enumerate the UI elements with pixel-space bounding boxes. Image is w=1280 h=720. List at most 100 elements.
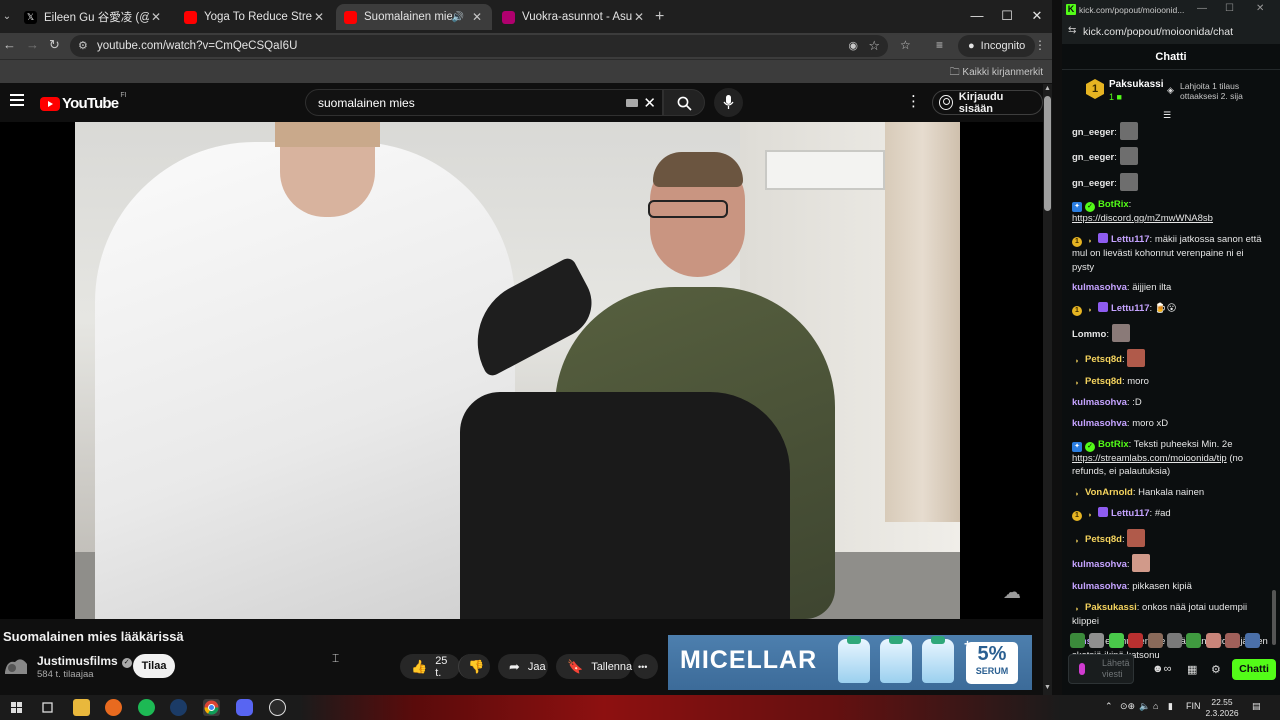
chrome-icon[interactable] [203, 699, 220, 716]
chat-username[interactable]: Petsq8d [1085, 376, 1122, 387]
chat-username[interactable]: kulmasohva [1072, 282, 1127, 293]
chat-username[interactable]: Paksukassi [1085, 602, 1137, 613]
site-info-icon[interactable]: ⚙ [78, 39, 88, 52]
menu-icon[interactable] [10, 94, 24, 106]
close-tab-icon[interactable]: ✕ [149, 10, 163, 24]
tray-apps-icon[interactable]: ⊙⊕ [1120, 701, 1135, 712]
chat-username[interactable]: Petsq8d [1085, 354, 1122, 365]
chat-username[interactable]: gn_eeger [1072, 127, 1114, 138]
firefox-icon[interactable] [105, 699, 122, 716]
emote-icon[interactable] [1205, 633, 1221, 648]
settings-more-icon[interactable]: ⋮ [906, 94, 921, 109]
clock[interactable]: 22.55 2.3.2026 [1203, 697, 1241, 719]
close-tab-icon[interactable]: ✕ [312, 10, 326, 24]
maximize-icon[interactable]: ☐ [1225, 3, 1234, 14]
save-button[interactable]: 🔖 Tallenna [556, 654, 632, 679]
channel-watermark-icon[interactable]: ☁ [1003, 582, 1021, 603]
clear-search-icon[interactable]: ✕ [643, 94, 656, 112]
media-control-icon[interactable]: ≡ [936, 38, 943, 52]
search-button[interactable] [663, 89, 705, 116]
dislike-button[interactable]: 👎 [458, 654, 490, 679]
reload-icon[interactable]: ↻ [49, 37, 60, 53]
browser-menu-icon[interactable]: ⋮ [1034, 38, 1046, 52]
tab-search-icon[interactable]: ⌄ [0, 7, 14, 27]
tray-mic-icon[interactable]: ▮ [1168, 701, 1173, 712]
minimize-icon[interactable]: — [962, 8, 992, 23]
spotify-icon[interactable] [138, 699, 155, 716]
tracking-protection-icon[interactable]: ◉ [848, 39, 858, 52]
send-chat-button[interactable]: Chatti [1232, 659, 1276, 680]
advertisement-banner[interactable]: MICELLAR + 5% SERUM [668, 635, 1032, 690]
task-view-icon[interactable] [39, 699, 56, 716]
forward-icon[interactable]: → [26, 37, 39, 52]
store-icon[interactable]: ▦ [1187, 663, 1197, 676]
collapse-icon[interactable]: ☰ [1163, 110, 1171, 121]
signin-button[interactable]: Kirjaudu sisään [932, 90, 1043, 115]
emote-icon[interactable] [1244, 633, 1260, 648]
chat-username[interactable]: gn_eeger [1072, 178, 1114, 189]
chat-username[interactable]: Lommo [1072, 329, 1106, 340]
notifications-icon[interactable]: ▤ [1252, 701, 1261, 712]
close-tab-icon[interactable]: ✕ [632, 10, 646, 24]
chat-username[interactable]: Lettu117 [1111, 234, 1150, 245]
close-tab-icon[interactable]: ✕ [470, 10, 484, 24]
scrollbar-thumb[interactable] [1044, 96, 1051, 211]
chat-link[interactable]: https://streamlabs.com/moioonida/tip [1072, 453, 1227, 464]
chat-scrollbar[interactable] [1272, 120, 1276, 650]
discord-icon[interactable] [236, 699, 253, 716]
speaker-icon[interactable]: 🔊 [452, 12, 464, 23]
kick-address-bar[interactable]: ⇆ kick.com/popout/moioonida/chat [1062, 20, 1280, 44]
emote-icon[interactable] [1108, 633, 1124, 648]
channel-name[interactable]: Justimusfilms ✓ [37, 654, 132, 668]
more-actions-button[interactable]: ••• [633, 654, 658, 679]
chat-username[interactable]: BotRix [1098, 199, 1129, 210]
incognito-badge[interactable]: ● Incognito [958, 35, 1036, 57]
chat-username[interactable]: VonArnold [1085, 487, 1133, 498]
file-explorer-icon[interactable] [73, 699, 90, 716]
emote-icon[interactable] [1166, 633, 1182, 648]
emote-icon[interactable] [1186, 633, 1202, 648]
start-windows-icon[interactable] [8, 699, 25, 716]
subscribe-button[interactable]: Tilaa [133, 654, 175, 678]
tab-yoga[interactable]: Yoga To Reduce Stress | 30 Min ✕ [176, 4, 334, 30]
chat-scrollbar-thumb[interactable] [1272, 590, 1276, 645]
emote-icon[interactable] [1070, 633, 1085, 648]
tray-chevron-icon[interactable]: ⌃ [1105, 701, 1113, 712]
tab-suomalainen-mies[interactable]: Suomalainen mies lääkärissä 🔊 ✕ [336, 4, 492, 30]
emote-picker-icon[interactable]: ☻∞ [1152, 663, 1171, 675]
chat-link[interactable]: https://discord.gg/mZmwWNA8sb [1072, 213, 1213, 224]
like-button[interactable]: 👍 25 t. [400, 654, 460, 679]
new-tab-icon[interactable]: + [655, 8, 664, 26]
tab-vuokra-asunnot[interactable]: Vuokra-asunnot - Asuntohaku ✕ [494, 4, 654, 30]
volume-icon[interactable]: 🔈 [1139, 701, 1150, 712]
emote-icon[interactable] [1225, 633, 1241, 648]
search-box[interactable]: suomalainen mies ✕ [305, 89, 663, 116]
chat-username[interactable]: Lettu117 [1111, 508, 1150, 519]
emote-icon[interactable] [1089, 633, 1105, 648]
obs-icon[interactable] [269, 699, 286, 716]
chat-username[interactable]: kulmasohva [1072, 418, 1127, 429]
tab-eileen-gu[interactable]: 𝕏 Eileen Gu 谷愛凌 (@GoEileenGu ✕ [16, 4, 171, 30]
back-icon[interactable]: ← [3, 37, 16, 52]
steam-icon[interactable] [170, 699, 187, 716]
bookmark-star-icon[interactable]: ☆ [868, 38, 880, 54]
address-bar[interactable]: ⚙ youtube.com/watch?v=CmQeCSQaI6U ◉ ☆ [70, 35, 888, 57]
voice-search-button[interactable] [714, 88, 743, 117]
language-indicator[interactable]: FIN [1186, 701, 1201, 711]
chat-username[interactable]: Petsq8d [1085, 534, 1122, 545]
share-button[interactable]: ➦ Jaa [498, 654, 548, 679]
chat-username[interactable]: BotRix [1098, 439, 1129, 450]
chat-input[interactable]: Lähetä viesti [1068, 654, 1134, 684]
all-bookmarks-button[interactable]: 🗀 Kaikki kirjanmerkit [950, 65, 1043, 82]
extensions-icon[interactable]: ☆ [900, 38, 911, 52]
close-window-icon[interactable]: ✕ [1022, 8, 1052, 24]
maximize-icon[interactable]: ☐ [992, 8, 1022, 24]
page-scrollbar[interactable]: ▲ ▼ [1043, 84, 1052, 695]
emote-icon[interactable] [1147, 633, 1163, 648]
site-info-icon[interactable]: ⇆ [1068, 25, 1076, 36]
scroll-up-icon[interactable]: ▲ [1044, 85, 1051, 92]
keyboard-icon[interactable] [626, 99, 638, 107]
chat-username[interactable]: kulmasohva [1072, 397, 1127, 408]
chat-username[interactable]: gn_eeger [1072, 152, 1114, 163]
scroll-down-icon[interactable]: ▼ [1044, 684, 1051, 691]
